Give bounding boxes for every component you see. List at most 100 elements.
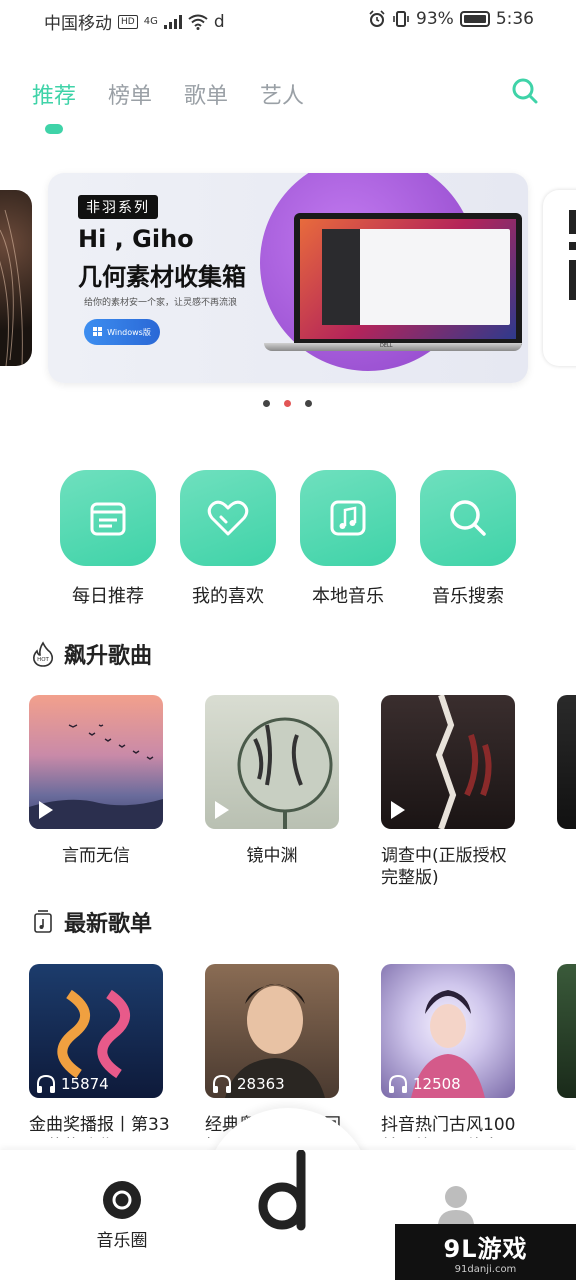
music-circle-icon bbox=[103, 1181, 141, 1219]
tab-charts[interactable]: 榜单 bbox=[108, 78, 152, 110]
trending-header: HOT 飙升歌曲 bbox=[32, 638, 152, 670]
battery-icon bbox=[459, 11, 490, 27]
tab-indicator bbox=[45, 124, 63, 134]
battery-percent: 93% bbox=[416, 9, 454, 29]
banner-subtitle: 给你的素材安一个家，让灵感不再流浪 bbox=[84, 298, 238, 308]
carrier-label: 中国移动 bbox=[44, 14, 112, 34]
quick-label: 每日推荐 bbox=[72, 586, 144, 607]
quick-label: 音乐搜索 bbox=[432, 586, 504, 607]
banner-card[interactable]: 非羽系列 Hi , Giho 几何素材收集箱 给你的素材安一个家，让灵感不再流浪… bbox=[48, 173, 528, 383]
tab-recommend[interactable]: 推荐 bbox=[32, 78, 76, 110]
song-card[interactable]: 镜中渊 bbox=[205, 695, 339, 889]
profile-icon[interactable] bbox=[436, 1184, 476, 1224]
quick-local-music[interactable]: 本地音乐 bbox=[300, 470, 396, 608]
watermark-main: 9L游戏 bbox=[443, 1235, 528, 1263]
headphones-icon bbox=[213, 1074, 231, 1093]
calendar-icon bbox=[90, 502, 126, 536]
playlists-header: 最新歌单 bbox=[32, 906, 152, 938]
song-title: 镜中渊 bbox=[246, 846, 298, 866]
quick-label: 本地音乐 bbox=[312, 586, 384, 607]
tab-playlists[interactable]: 歌单 bbox=[184, 78, 228, 110]
signal-icon bbox=[163, 14, 182, 29]
laptop-base: DELL bbox=[264, 343, 522, 351]
banner-button-label: Windows版 bbox=[107, 327, 151, 337]
headphones-icon bbox=[389, 1074, 407, 1093]
playlist-cover: 28363 bbox=[205, 964, 339, 1098]
quick-actions: 每日推荐 我的喜欢 本地音乐 音乐搜索 bbox=[60, 470, 516, 608]
banner-dot[interactable] bbox=[305, 400, 312, 407]
heart-icon bbox=[207, 500, 249, 536]
nav-music-circle[interactable]: 音乐圈 bbox=[92, 1180, 152, 1251]
playlist-card-peek[interactable] bbox=[557, 964, 576, 1098]
banner-title-line2: 几何素材收集箱 bbox=[78, 263, 246, 291]
status-extra: d bbox=[213, 11, 225, 32]
laptop-wallpaper bbox=[300, 219, 516, 339]
status-left: 中国移动 HD 4G d bbox=[44, 9, 225, 35]
banner-next-peek[interactable] bbox=[543, 190, 576, 366]
windows-icon bbox=[93, 327, 103, 336]
play-count-value: 28363 bbox=[237, 1075, 285, 1093]
quick-icon-bg bbox=[60, 470, 156, 566]
quick-icon-bg bbox=[180, 470, 276, 566]
laptop-illustration: DELL bbox=[264, 213, 522, 353]
trending-row: 言而无信 镜中渊 调查中(正版授权完整版) bbox=[29, 695, 515, 889]
play-count: 12508 bbox=[387, 1074, 461, 1094]
tab-artists[interactable]: 艺人 bbox=[260, 78, 304, 110]
network-label: 4G bbox=[143, 16, 158, 27]
hot-badge-text: HOT bbox=[37, 657, 49, 663]
laptop-screen bbox=[294, 213, 522, 345]
play-icon[interactable] bbox=[215, 801, 229, 819]
qr-code-art bbox=[569, 210, 576, 300]
song-title: 言而无信 bbox=[62, 846, 130, 866]
banner-prev-art bbox=[0, 209, 23, 366]
song-card-peek[interactable] bbox=[557, 695, 576, 829]
play-count: 15874 bbox=[35, 1074, 109, 1094]
play-count: 28363 bbox=[211, 1074, 285, 1094]
play-count-value: 12508 bbox=[413, 1075, 461, 1093]
status-bar: 中国移动 HD 4G d 93% 5:36 bbox=[0, 0, 576, 40]
status-right: 93% 5:36 bbox=[368, 9, 534, 29]
hot-fire-icon: HOT bbox=[33, 641, 54, 667]
banner-dot[interactable] bbox=[263, 400, 270, 407]
hd-badge: HD bbox=[118, 14, 138, 29]
quick-label: 我的喜欢 bbox=[192, 586, 264, 607]
banner-download-button[interactable]: Windows版 bbox=[84, 319, 160, 345]
song-card[interactable]: 调查中(正版授权完整版) bbox=[381, 695, 515, 889]
banner-pagination bbox=[263, 400, 312, 407]
play-icon[interactable] bbox=[391, 801, 405, 819]
quick-music-search[interactable]: 音乐搜索 bbox=[420, 470, 516, 608]
watermark: 9L游戏 91danji.com bbox=[395, 1224, 576, 1280]
top-tabs: 推荐 榜单 歌单 艺人 bbox=[32, 78, 304, 110]
banner-dot-active[interactable] bbox=[284, 400, 291, 407]
alarm-icon bbox=[369, 10, 385, 27]
vibrate-icon bbox=[393, 11, 409, 27]
headphones-icon bbox=[37, 1074, 55, 1093]
app-logo-icon[interactable] bbox=[256, 1150, 312, 1234]
playlist-cover: 15874 bbox=[29, 964, 163, 1098]
play-count-value: 15874 bbox=[61, 1075, 109, 1093]
song-cover bbox=[381, 695, 515, 829]
banner-prev-peek[interactable] bbox=[0, 190, 32, 366]
playlist-icon bbox=[34, 910, 52, 933]
quick-daily-recommend[interactable]: 每日推荐 bbox=[60, 470, 156, 608]
quick-my-likes[interactable]: 我的喜欢 bbox=[180, 470, 276, 608]
playlists-title: 最新歌单 bbox=[64, 912, 153, 937]
wifi-icon bbox=[188, 14, 208, 30]
search-icon bbox=[450, 500, 486, 536]
play-icon[interactable] bbox=[39, 801, 53, 819]
playlist-card[interactable]: 12508 抖音热门古风100首：皎月思佳人 bbox=[381, 964, 515, 1138]
quick-icon-bg bbox=[420, 470, 516, 566]
playlist-title: 抖音热门古风100首：皎月思佳人 bbox=[381, 1115, 516, 1138]
watermark-sub: 91danji.com bbox=[454, 1264, 517, 1275]
banner-title-line1: Hi , Giho bbox=[78, 225, 194, 253]
playlist-card[interactable]: 15874 金曲奖播报丨第33届获奖歌曲 bbox=[29, 964, 170, 1138]
trending-title: 飙升歌曲 bbox=[64, 644, 153, 669]
song-card[interactable]: 言而无信 bbox=[29, 695, 163, 889]
playlist-cover: 12508 bbox=[381, 964, 515, 1098]
song-cover bbox=[29, 695, 163, 829]
song-cover bbox=[205, 695, 339, 829]
music-note-icon bbox=[330, 500, 366, 536]
playlist-title: 金曲奖播报丨第33届获奖歌曲 bbox=[29, 1115, 170, 1138]
search-icon[interactable] bbox=[510, 76, 540, 106]
quick-icon-bg bbox=[300, 470, 396, 566]
